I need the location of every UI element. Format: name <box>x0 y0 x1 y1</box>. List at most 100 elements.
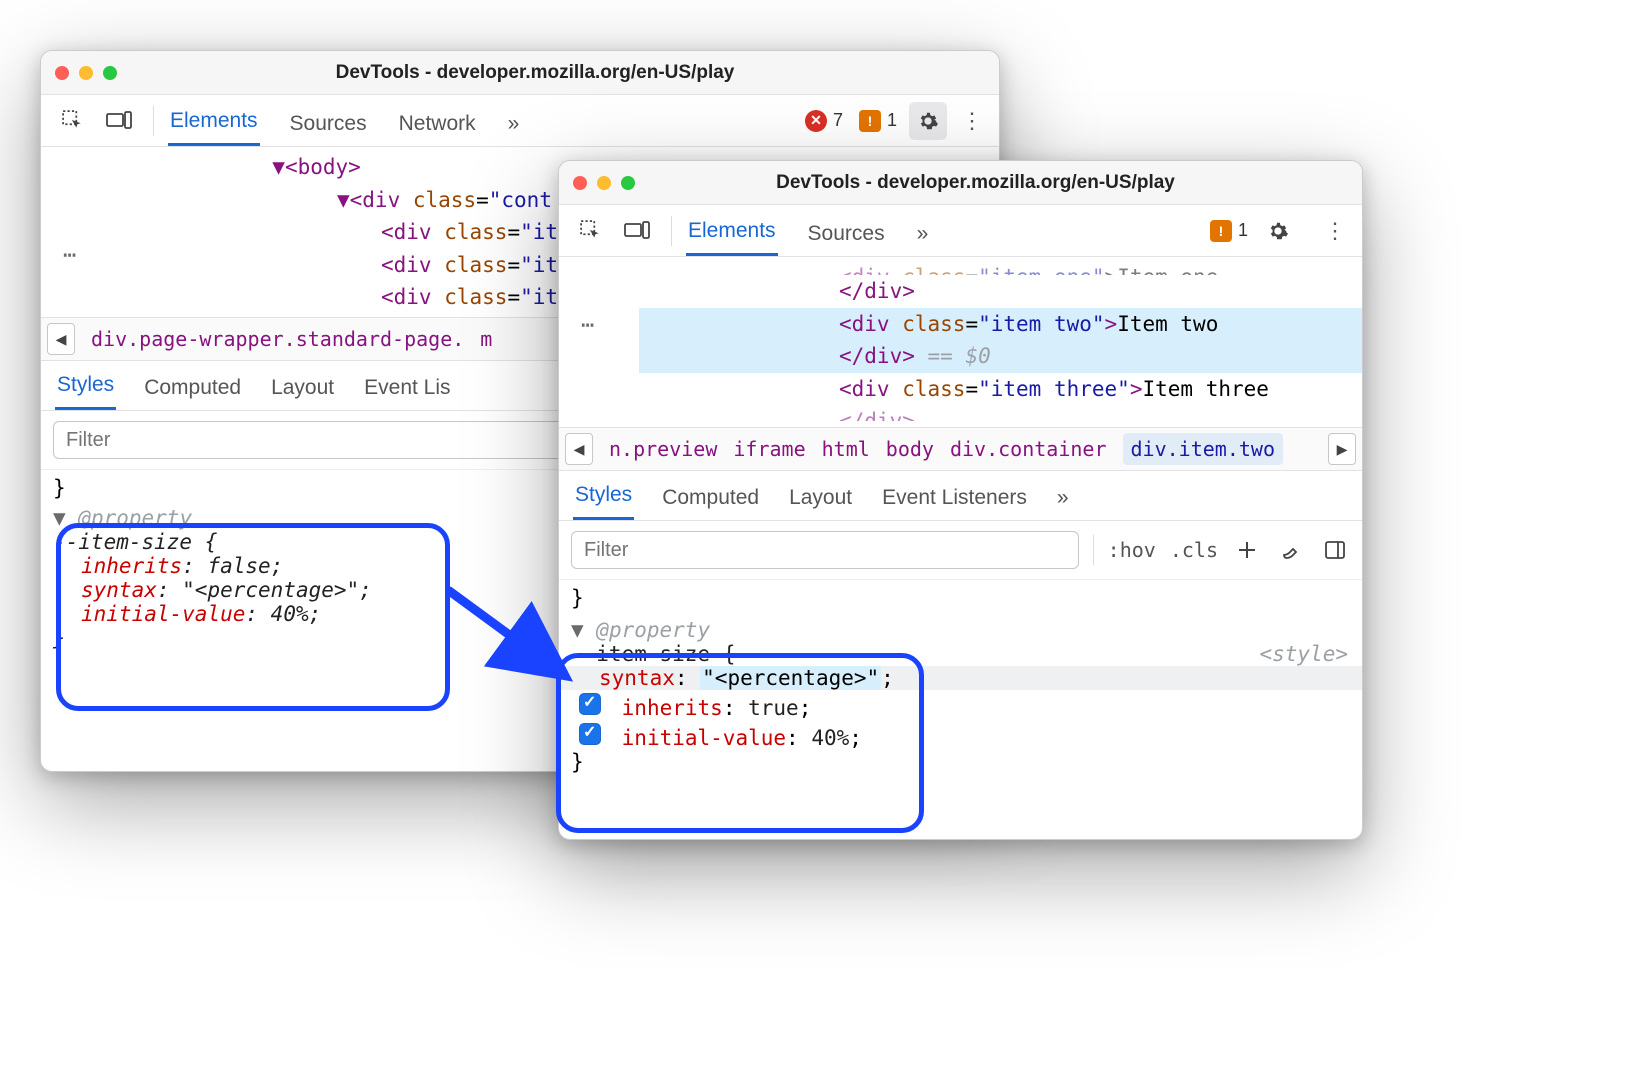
error-icon: ✕ <box>805 110 827 132</box>
window-title-a: DevTools - developer.mozilla.org/en-US/p… <box>133 62 985 84</box>
crumb[interactable]: n.preview <box>609 437 717 461</box>
close-icon[interactable] <box>55 66 69 80</box>
computed-toggle-button[interactable] <box>1276 535 1306 565</box>
issue-counter[interactable]: !1 <box>859 110 897 132</box>
inspect-icon[interactable] <box>577 217 605 245</box>
styles-filter-input[interactable] <box>571 531 1079 569</box>
declaration-checkbox[interactable] <box>579 693 601 715</box>
ptab-layout[interactable]: Layout <box>787 486 854 520</box>
ptab-styles[interactable]: Styles <box>55 373 116 410</box>
ptab-events[interactable]: Event Lis <box>362 376 452 410</box>
decl-syntax[interactable]: syntax: "<percentage>"; <box>559 666 1362 690</box>
gear-icon <box>917 110 939 132</box>
tab-sources[interactable]: Sources <box>806 222 887 256</box>
ptab-events[interactable]: Event Listeners <box>880 486 1029 520</box>
ptab-computed[interactable]: Computed <box>142 376 243 410</box>
ptab-styles[interactable]: Styles <box>573 483 634 520</box>
decl-initial-value[interactable]: initial-value: 40%; <box>571 720 1350 750</box>
error-count: 7 <box>833 110 843 131</box>
tab-more[interactable]: » <box>506 112 522 146</box>
crumb-scroll-right[interactable]: ▶ <box>1328 433 1356 465</box>
at-property-header[interactable]: ▼ @property <box>571 618 1350 642</box>
divider <box>1093 535 1094 565</box>
rule-selector[interactable]: --item-size { <box>571 642 1350 666</box>
settings-button[interactable] <box>1264 217 1292 245</box>
traffic-lights[interactable] <box>55 66 117 80</box>
filter-row-b: :hov .cls <box>559 521 1362 580</box>
tab-network[interactable]: Network <box>397 112 478 146</box>
tab-elements[interactable]: Elements <box>168 109 260 146</box>
toolbar-a: Elements Sources Network » ✕7 !1 ⋮ <box>41 95 999 147</box>
crumb[interactable]: div.page-wrapper.standard-page. <box>91 327 464 351</box>
more-menu-icon[interactable]: ⋮ <box>961 108 983 134</box>
dom-line[interactable]: <div class="item three">Item three <box>639 373 1362 406</box>
issue-count: 1 <box>887 110 897 131</box>
dom-line-selected[interactable]: <div class="item two">Item two <box>639 308 1362 341</box>
devtools-window-b: DevTools - developer.mozilla.org/en-US/p… <box>558 160 1363 840</box>
divider <box>671 216 672 246</box>
crumb[interactable]: html <box>822 437 870 461</box>
window-title-b: DevTools - developer.mozilla.org/en-US/p… <box>651 172 1348 194</box>
ptab-more[interactable]: » <box>1055 486 1071 520</box>
dom-line[interactable]: <div class="item one">Item one <box>639 261 1362 275</box>
text-node: Item two <box>1117 312 1218 336</box>
more-menu-icon[interactable]: ⋮ <box>1324 218 1346 244</box>
crumb[interactable]: m <box>480 327 492 351</box>
crumb[interactable]: div.container <box>950 437 1107 461</box>
breadcrumb-b[interactable]: ◀ n.preview iframe html body div.contain… <box>559 427 1362 471</box>
dom-line[interactable]: </div> <box>639 405 1362 421</box>
tab-more[interactable]: » <box>915 222 931 256</box>
crumb-scroll-left[interactable]: ◀ <box>47 323 75 355</box>
hov-toggle[interactable]: :hov <box>1108 538 1156 562</box>
stylesheet-source-link[interactable]: <style> <box>1259 642 1348 666</box>
main-tabs-a: Elements Sources Network » <box>168 95 521 146</box>
titlebar-b: DevTools - developer.mozilla.org/en-US/p… <box>559 161 1362 205</box>
editing-value[interactable]: "<percentage>" <box>700 666 881 690</box>
gutter-ellipsis-icon: ⋯ <box>63 239 81 273</box>
titlebar-a: DevTools - developer.mozilla.org/en-US/p… <box>41 51 999 95</box>
error-counter[interactable]: ✕7 <box>805 110 843 132</box>
gear-icon <box>1267 220 1289 242</box>
rule-close: } <box>571 750 1350 774</box>
rule-close-brace: } <box>571 586 1350 610</box>
minimize-icon[interactable] <box>597 176 611 190</box>
dom-line-selected[interactable]: </div> == $0 <box>639 340 1362 373</box>
crumb-scroll-left[interactable]: ◀ <box>565 433 593 465</box>
tab-sources[interactable]: Sources <box>288 112 369 146</box>
zoom-icon[interactable] <box>621 176 635 190</box>
counters-a[interactable]: ✕7 !1 <box>805 110 897 132</box>
zoom-icon[interactable] <box>103 66 117 80</box>
tab-elements[interactable]: Elements <box>686 219 778 256</box>
declaration-checkbox[interactable] <box>579 723 601 745</box>
traffic-lights[interactable] <box>573 176 635 190</box>
ptab-layout[interactable]: Layout <box>269 376 336 410</box>
issue-count: 1 <box>1238 220 1248 241</box>
issue-counter[interactable]: !1 <box>1210 220 1248 242</box>
decl-inherits[interactable]: inherits: true; <box>571 690 1350 720</box>
gutter-ellipsis-icon: ⋯ <box>581 309 599 343</box>
dom-tree-b[interactable]: ⋯ <div class="item one">Item one </div> … <box>559 257 1362 427</box>
counters-b[interactable]: !1 <box>1210 220 1248 242</box>
main-tabs-b: Elements Sources » <box>686 205 930 256</box>
device-toolbar-icon[interactable] <box>623 217 651 245</box>
issue-icon: ! <box>1210 220 1232 242</box>
ptab-computed[interactable]: Computed <box>660 486 761 520</box>
sidebar-toggle-button[interactable] <box>1320 535 1350 565</box>
text-node: Item three <box>1142 377 1268 401</box>
plus-icon <box>1236 539 1258 561</box>
dom-line[interactable]: </div> <box>639 275 1362 308</box>
new-rule-button[interactable] <box>1232 535 1262 565</box>
minimize-icon[interactable] <box>79 66 93 80</box>
inspect-icon[interactable] <box>59 107 87 135</box>
panel-icon <box>1324 539 1346 561</box>
crumb[interactable]: body <box>886 437 934 461</box>
cls-toggle[interactable]: .cls <box>1170 538 1218 562</box>
crumb[interactable]: iframe <box>733 437 805 461</box>
styles-pane-b[interactable]: } ▼ @property <style> --item-size { synt… <box>559 580 1362 792</box>
divider <box>153 106 154 136</box>
close-icon[interactable] <box>573 176 587 190</box>
device-toolbar-icon[interactable] <box>105 107 133 135</box>
issue-icon: ! <box>859 110 881 132</box>
crumb-selected[interactable]: div.item.two <box>1123 433 1284 465</box>
settings-button[interactable] <box>909 102 947 140</box>
